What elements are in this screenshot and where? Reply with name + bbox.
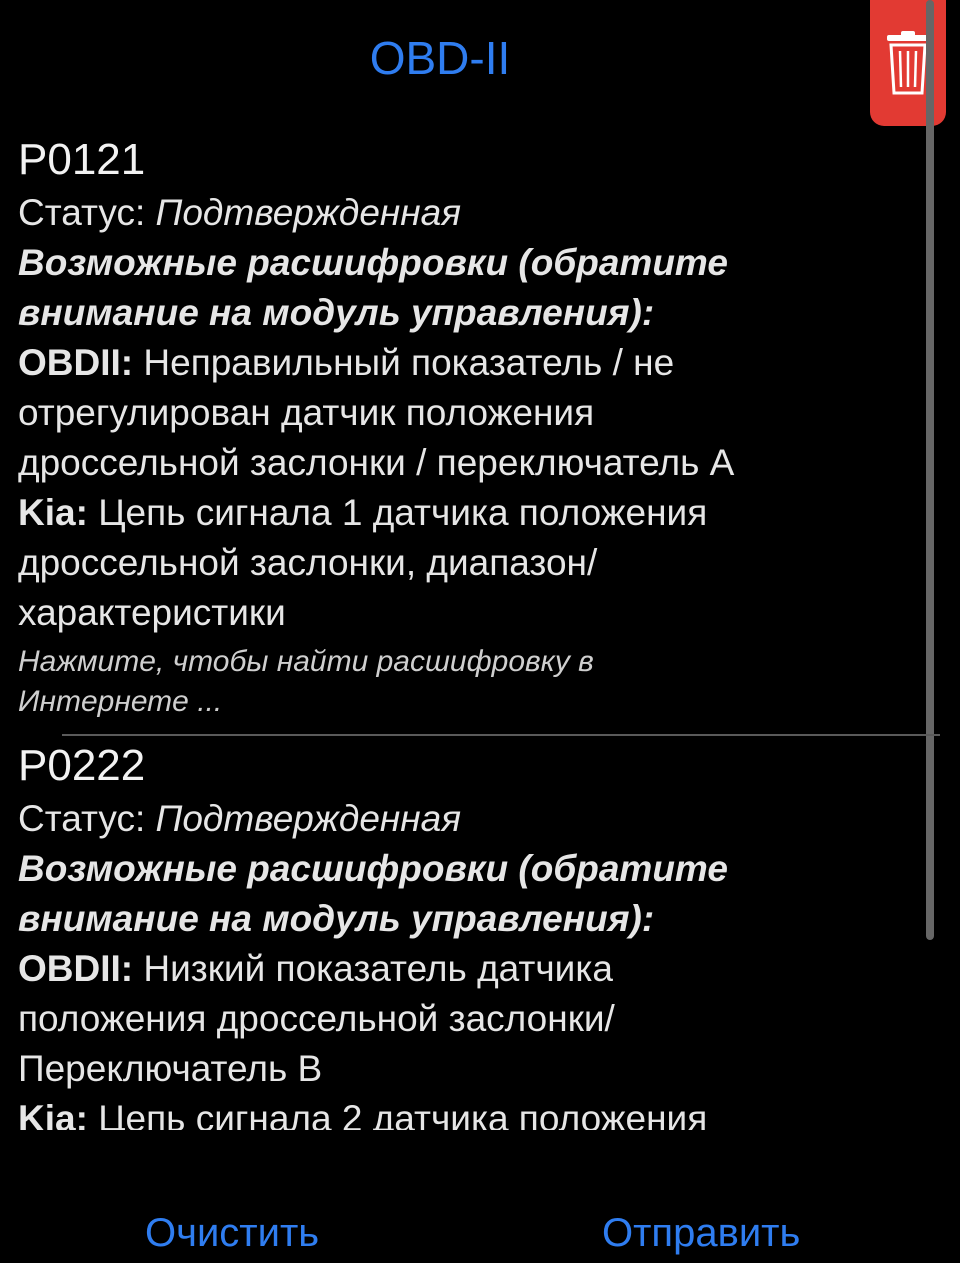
code-entry-p0121[interactable]: P0121 Статус: Подтвержденная Возможные р… <box>0 130 940 722</box>
code-entry-p0222[interactable]: P0222 Статус: Подтвержденная Возможные р… <box>0 736 940 1130</box>
kia-label: Kia: <box>18 492 88 533</box>
send-button[interactable]: Отправить <box>602 1208 800 1258</box>
status-label: Статус: <box>18 798 146 839</box>
decodes-heading: внимание на модуль управления): <box>18 292 655 333</box>
kia-line: дроссельной заслонки, диапазон/ <box>18 542 598 583</box>
obd-line: отрегулирован датчик положения <box>18 392 595 433</box>
kia-text: Цепь сигнала 1 датчика положения <box>98 492 708 533</box>
code-title: P0121 <box>18 135 146 184</box>
kia-label: Kia: <box>18 1098 88 1130</box>
obd-text: Неправильный показатель / не <box>143 342 675 383</box>
page-title: OBD-II <box>369 32 511 84</box>
obd-label: OBDII: <box>18 948 134 989</box>
delete-button[interactable] <box>870 0 946 126</box>
status-line: Статус: Подтвержденная <box>18 794 920 844</box>
obd-text: Низкий показатель датчика <box>143 948 613 989</box>
kia-line: характеристики <box>18 592 286 633</box>
search-online-link[interactable]: Нажмите, чтобы найти расшифровку в Интер… <box>18 642 920 722</box>
hint-line: Нажмите, чтобы найти расшифровку в <box>18 645 594 678</box>
decodes-heading: Возможные расшифровки (обратите <box>18 848 728 889</box>
hint-line: Интернете ... <box>18 685 223 718</box>
code-title: P0222 <box>18 741 146 790</box>
kia-line: Kia: Цепь сигнала 2 датчика положения <box>18 1094 920 1130</box>
status-value: Подтвержденная <box>155 192 461 233</box>
kia-text: Цепь сигнала 2 датчика положения <box>98 1098 708 1130</box>
status-value: Подтвержденная <box>155 798 461 839</box>
obd-line: дроссельной заслонки / переключатель А <box>18 442 735 483</box>
obd-line: положения дроссельной заслонки/ <box>18 998 615 1039</box>
obd-line: OBDII: Неправильный показатель / не <box>18 338 920 388</box>
obd-line: Переключатель В <box>18 1048 323 1089</box>
kia-line: Kia: Цепь сигнала 1 датчика положения <box>18 488 920 538</box>
decodes-heading: Возможные расшифровки (обратите <box>18 242 728 283</box>
decodes-heading: внимание на модуль управления): <box>18 898 655 939</box>
bottom-toolbar: Очистить Отправить <box>0 1140 960 1263</box>
trash-icon <box>887 31 929 95</box>
obd-label: OBDII: <box>18 342 134 383</box>
obd-line: OBDII: Низкий показатель датчика <box>18 944 920 994</box>
codes-list: P0121 Статус: Подтвержденная Возможные р… <box>0 130 940 1130</box>
clear-button[interactable]: Очистить <box>145 1208 319 1258</box>
status-line: Статус: Подтвержденная <box>18 188 920 238</box>
status-label: Статус: <box>18 192 146 233</box>
